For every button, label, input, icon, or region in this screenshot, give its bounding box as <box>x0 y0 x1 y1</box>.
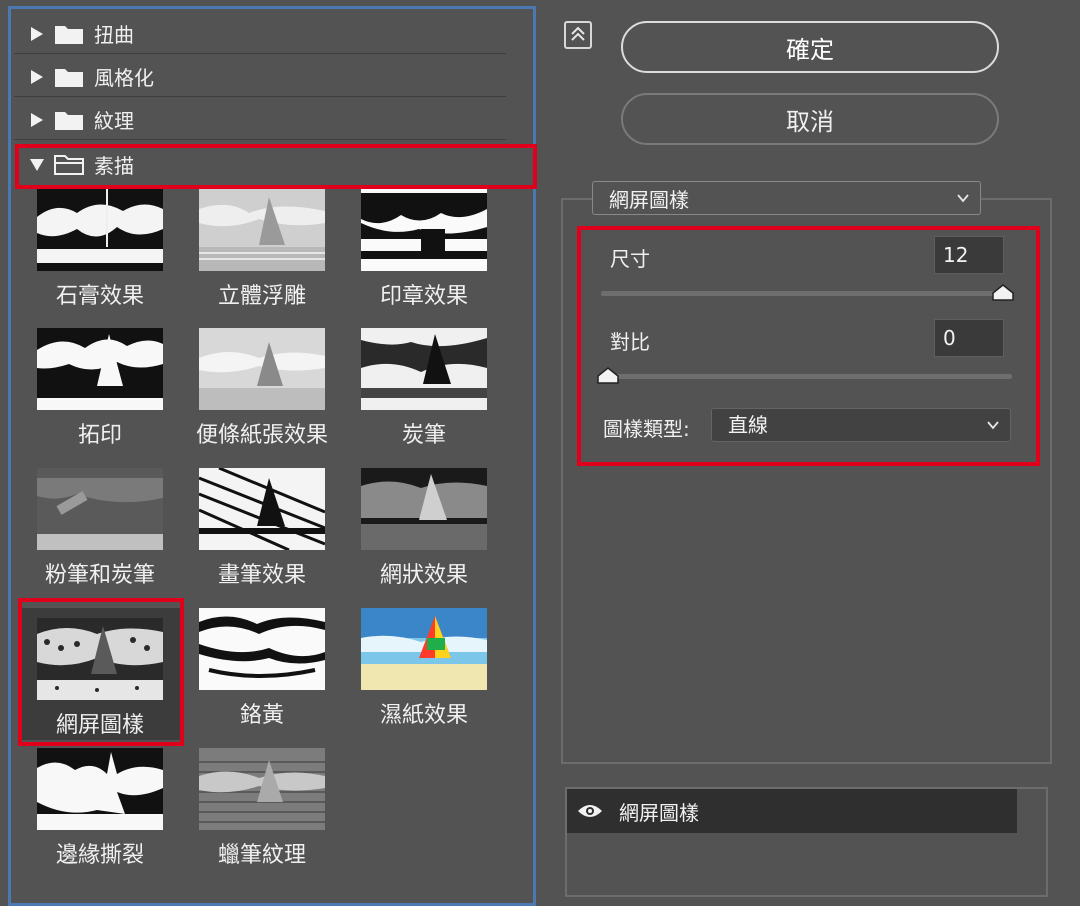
thumb-chrome[interactable] <box>199 608 325 690</box>
thumb-plaster[interactable] <box>37 189 163 271</box>
category-distort[interactable]: 扭曲 <box>14 14 506 54</box>
pattern-type-label: 圖樣類型: <box>603 417 690 441</box>
filter-label: 畫筆效果 <box>217 563 306 588</box>
filter-label: 印章效果 <box>379 284 468 309</box>
filter-item[interactable]: 網狀效果 <box>344 468 504 600</box>
thumb-stamp[interactable] <box>361 189 487 271</box>
pattern-type-select[interactable]: 直線 <box>711 408 1011 442</box>
thumb-torn-edges[interactable] <box>37 748 163 830</box>
thumb-reticulation[interactable] <box>361 468 487 550</box>
pattern-type-value: 直線 <box>728 413 768 437</box>
ok-button[interactable]: 確定 <box>621 21 999 73</box>
filter-label: 網屏圖樣 <box>55 713 144 738</box>
filter-item[interactable]: 石膏效果 <box>20 189 180 321</box>
thumb-conte-crayon[interactable] <box>199 748 325 830</box>
folder-icon <box>55 25 83 44</box>
folder-open-icon <box>54 155 84 175</box>
filter-label: 立體浮雕 <box>217 284 306 309</box>
filter-item[interactable]: 鉻黃 <box>182 608 342 740</box>
filter-item[interactable]: 炭筆 <box>344 328 504 460</box>
filter-item[interactable]: 粉筆和炭筆 <box>20 468 180 600</box>
thumb-water-paper[interactable] <box>361 608 487 690</box>
folder-icon <box>55 111 83 130</box>
filter-label: 蠟筆紋理 <box>217 843 306 868</box>
chevron-down-icon <box>987 421 999 430</box>
thumb-photocopy[interactable] <box>37 328 163 410</box>
thumb-halftone-pattern[interactable] <box>37 618 163 700</box>
filter-item[interactable]: 濕紙效果 <box>344 608 504 740</box>
triangle-right-icon[interactable] <box>28 68 46 86</box>
contrast-slider[interactable] <box>601 374 1012 379</box>
filter-label: 粉筆和炭筆 <box>44 563 155 588</box>
effect-layer-name: 網屏圖樣 <box>619 800 699 825</box>
triangle-down-icon[interactable] <box>28 155 46 173</box>
collapse-up-icon <box>571 26 585 41</box>
contrast-label: 對比 <box>610 330 650 354</box>
size-label: 尺寸 <box>610 247 650 271</box>
filter-label: 炭筆 <box>401 423 446 448</box>
filter-label: 濕紙效果 <box>379 703 468 728</box>
filter-item[interactable]: 網屏圖樣 <box>20 608 180 740</box>
category-label: 紋理 <box>94 109 134 133</box>
filter-item[interactable]: 拓印 <box>20 328 180 460</box>
size-input[interactable]: 12 <box>934 236 1004 274</box>
filter-item[interactable]: 立體浮雕 <box>182 189 342 321</box>
category-sketch[interactable]: 素描 <box>14 144 506 184</box>
filter-item[interactable]: 邊緣撕裂 <box>20 748 180 880</box>
filter-select-value: 網屏圖樣 <box>609 187 689 212</box>
thumb-chalk-charcoal[interactable] <box>37 468 163 550</box>
eye-icon[interactable] <box>577 803 603 819</box>
filter-label: 邊緣撕裂 <box>55 843 144 868</box>
filter-item[interactable]: 畫筆效果 <box>182 468 342 600</box>
category-label: 風格化 <box>94 66 154 90</box>
filter-item[interactable]: 便條紙張效果 <box>182 328 342 460</box>
filter-item[interactable]: 印章效果 <box>344 189 504 321</box>
folder-icon <box>55 68 83 87</box>
size-slider[interactable] <box>601 291 1012 296</box>
filter-label: 網狀效果 <box>379 563 468 588</box>
contrast-slider-knob-icon[interactable] <box>596 366 620 384</box>
filter-label: 便條紙張效果 <box>195 423 328 448</box>
triangle-right-icon[interactable] <box>28 25 46 43</box>
size-slider-knob-icon[interactable] <box>991 283 1015 301</box>
contrast-input[interactable]: 0 <box>934 319 1004 357</box>
thumb-charcoal[interactable] <box>361 328 487 410</box>
category-stylize[interactable]: 風格化 <box>14 57 506 97</box>
thumb-bas-relief[interactable] <box>199 189 325 271</box>
thumb-graphic-pen[interactable] <box>199 468 325 550</box>
collapse-gallery-button[interactable] <box>564 21 592 49</box>
filter-item[interactable]: 蠟筆紋理 <box>182 748 342 880</box>
filter-label: 鉻黃 <box>239 703 284 728</box>
thumb-note-paper[interactable] <box>199 328 325 410</box>
filter-label: 拓印 <box>77 423 122 448</box>
filter-settings-panel <box>561 198 1052 764</box>
cancel-button[interactable]: 取消 <box>621 93 999 145</box>
effect-layer-row[interactable]: 網屏圖樣 <box>567 789 1017 833</box>
filter-select[interactable]: 網屏圖樣 <box>592 181 981 215</box>
category-label: 素描 <box>94 153 134 178</box>
triangle-right-icon[interactable] <box>28 111 46 129</box>
category-label: 扭曲 <box>94 23 134 47</box>
filter-label: 石膏效果 <box>55 284 144 309</box>
chevron-down-icon <box>957 194 969 203</box>
category-texture[interactable]: 紋理 <box>14 100 506 140</box>
